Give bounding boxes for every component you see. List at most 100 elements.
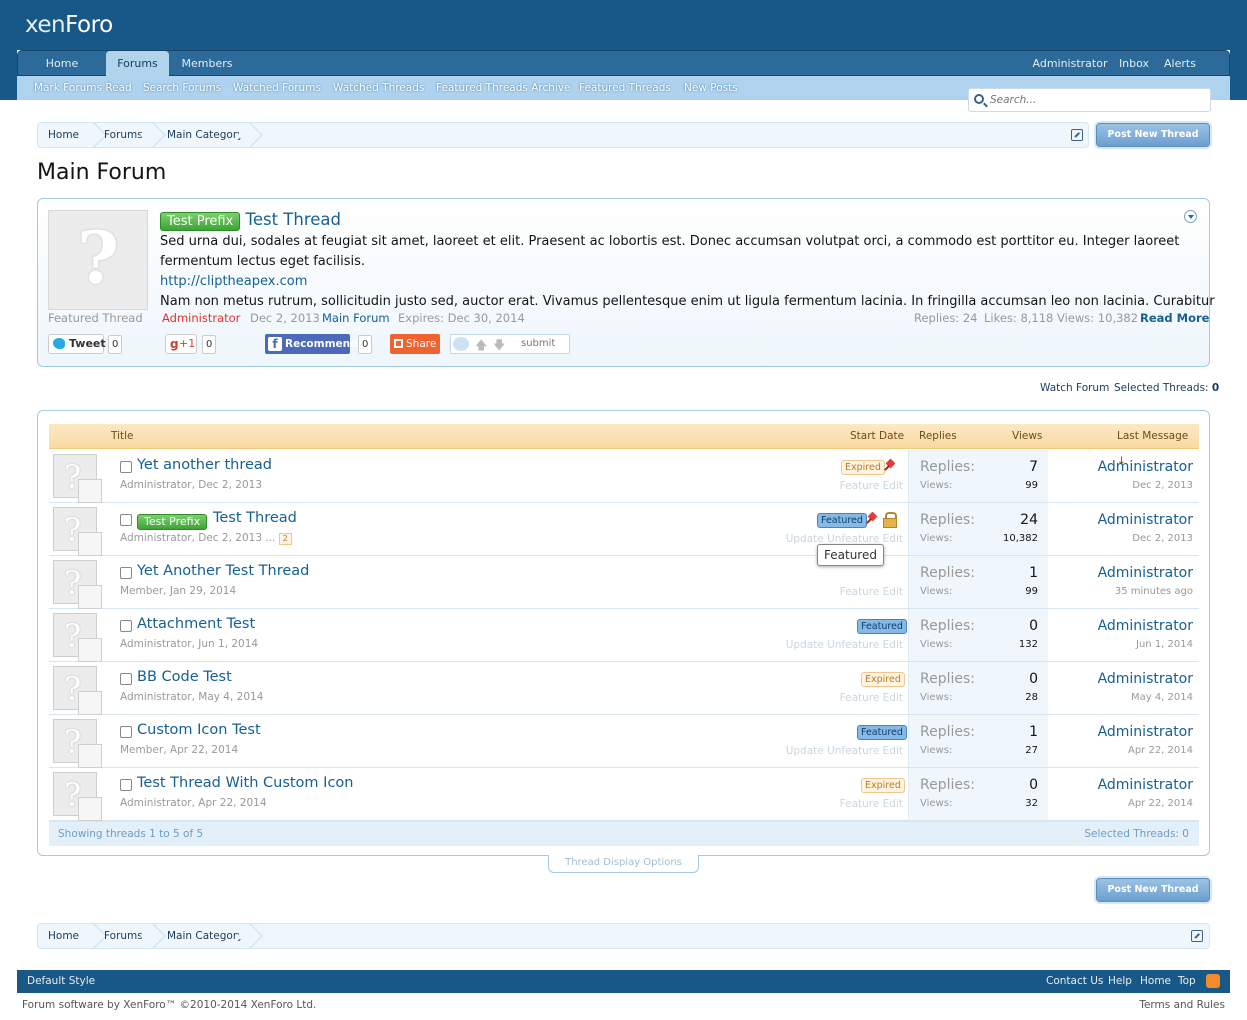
copyright-text[interactable]: Forum software by XenForo™ ©2010-2014 Xe…	[22, 999, 316, 1011]
breadcrumb-home[interactable]: Home	[48, 123, 79, 147]
featured-author[interactable]: Administrator	[162, 311, 240, 325]
featured-avatar[interactable]: ?	[48, 210, 148, 310]
column-replies[interactable]: Replies	[919, 424, 957, 449]
thread-author-link[interactable]: Member	[120, 585, 163, 597]
thread-prefix[interactable]: Test Prefix	[160, 212, 241, 231]
thread-title-link[interactable]: BB Code Test	[137, 669, 232, 685]
thread-author-link[interactable]: Administrator	[120, 479, 192, 491]
thread-feature-controls[interactable]: Feature Edit	[840, 586, 903, 598]
last-post-date[interactable]: May 4, 2014	[1131, 692, 1193, 703]
thread-feature-controls[interactable]: Update Unfeature Edit	[786, 639, 903, 651]
subnav-mark-forums-read[interactable]: Mark Forums Read	[34, 76, 132, 100]
thread-avatar[interactable]: ?	[53, 719, 102, 768]
footer-top-link[interactable]: Top	[1178, 970, 1196, 993]
last-poster-link[interactable]: Administrator	[1098, 459, 1193, 475]
thread-feature-controls[interactable]: Feature Edit	[840, 692, 903, 704]
column-views[interactable]: Views	[1012, 424, 1042, 449]
thread-author-link[interactable]: Member	[120, 744, 163, 756]
thread-select-checkbox[interactable]	[120, 673, 132, 685]
last-poster-link[interactable]: Administrator	[1098, 618, 1193, 634]
thread-select-checkbox[interactable]	[120, 779, 132, 791]
google-plus-button[interactable]: g +1	[165, 334, 197, 354]
footer-help-link[interactable]: Help	[1108, 970, 1132, 993]
thread-title-link[interactable]: Test Thread	[213, 510, 297, 526]
watch-forum-link[interactable]: Watch Forum	[1040, 382, 1109, 394]
facebook-recommend-button[interactable]: f Recommend	[265, 334, 358, 354]
nav-alerts-link[interactable]: Alerts	[1160, 51, 1200, 77]
collapse-icon[interactable]	[1184, 210, 1197, 223]
last-post-date[interactable]: Dec 2, 2013	[1132, 533, 1193, 544]
last-post-date[interactable]: Dec 2, 2013	[1132, 480, 1193, 491]
post-new-thread-button[interactable]: Post New Thread	[1096, 123, 1210, 147]
thread-select-checkbox[interactable]	[120, 620, 132, 632]
page-nav-link[interactable]: 2	[278, 533, 292, 545]
share-button[interactable]: Share	[390, 334, 440, 354]
thread-feature-controls[interactable]: Feature Edit	[840, 798, 903, 810]
thread-author-link[interactable]: Administrator	[120, 638, 192, 650]
upvote-arrow-icon[interactable]: 🡅	[475, 336, 487, 357]
breadcrumb-main-category[interactable]: Main Category	[167, 123, 243, 147]
breadcrumb-home[interactable]: Home	[48, 924, 79, 948]
thread-avatar[interactable]: ?	[53, 454, 102, 503]
thread-feature-controls[interactable]: Update Unfeature Edit	[786, 745, 903, 757]
thread-author-link[interactable]: Administrator	[120, 797, 192, 809]
tab-members[interactable]: Members	[169, 51, 245, 77]
style-chooser-link[interactable]: Default Style	[27, 970, 95, 993]
thread-feature-controls[interactable]: Feature Edit	[840, 480, 903, 492]
reddit-submit-widget[interactable]: 🡅 🡇 submit	[450, 334, 570, 354]
thread-author-link[interactable]: Administrator	[120, 532, 192, 544]
thread-select-checkbox[interactable]	[120, 567, 132, 579]
thread-prefix[interactable]: Test Prefix	[137, 514, 208, 530]
breadcrumb-main-category[interactable]: Main Category	[167, 924, 243, 948]
last-poster-link[interactable]: Administrator	[1098, 565, 1193, 581]
thread-avatar[interactable]: ?	[53, 772, 102, 821]
selected-threads-label[interactable]: Selected Threads: 0	[1114, 382, 1219, 394]
nav-inbox-link[interactable]: Inbox	[1117, 51, 1151, 77]
featured-link[interactable]: http://cliptheapex.com	[160, 272, 307, 292]
thread-title-link[interactable]: Custom Icon Test	[137, 722, 261, 738]
last-post-date[interactable]: Apr 22, 2014	[1128, 798, 1193, 809]
tab-forums[interactable]: Forums	[106, 51, 169, 78]
thread-author-link[interactable]: Administrator	[120, 691, 192, 703]
thread-title-link[interactable]: Test Thread With Custom Icon	[137, 775, 353, 791]
last-post-date[interactable]: Apr 22, 2014	[1128, 745, 1193, 756]
thread-avatar[interactable]: ?	[53, 666, 102, 715]
subnav-new-posts[interactable]: New Posts	[684, 76, 738, 100]
last-poster-link[interactable]: Administrator	[1098, 777, 1193, 793]
featured-forum-link[interactable]: Main Forum	[322, 311, 390, 325]
thread-select-checkbox[interactable]	[120, 726, 132, 738]
rss-icon[interactable]	[1206, 974, 1220, 988]
subnav-watched-forums[interactable]: Watched Forums	[233, 76, 321, 100]
thread-title-link[interactable]: Attachment Test	[137, 616, 255, 632]
downvote-arrow-icon[interactable]: 🡇	[493, 336, 505, 357]
thread-avatar[interactable]: ?	[53, 507, 102, 556]
search-input[interactable]	[990, 92, 1205, 108]
thread-select-checkbox[interactable]	[120, 461, 132, 473]
last-poster-link[interactable]: Administrator	[1098, 512, 1193, 528]
terms-link[interactable]: Terms and Rules	[1139, 999, 1225, 1011]
tab-home[interactable]: Home	[18, 51, 106, 77]
thread-title-link[interactable]: Yet Another Test Thread	[137, 563, 309, 579]
thread-avatar[interactable]: ?	[53, 560, 102, 609]
thread-title-link[interactable]: Yet another thread	[137, 457, 272, 473]
last-poster-link[interactable]: Administrator	[1098, 724, 1193, 740]
column-start-date[interactable]: Start Date	[850, 424, 904, 449]
post-new-thread-button-bottom[interactable]: Post New Thread	[1096, 878, 1210, 902]
featured-thread-title[interactable]: Test Thread	[246, 210, 341, 229]
last-post-date[interactable]: Jun 1, 2014	[1136, 639, 1193, 650]
subnav-featured-threads-archive[interactable]: Featured Threads Archive	[436, 76, 571, 100]
last-poster-link[interactable]: Administrator	[1098, 671, 1193, 687]
nav-account-link[interactable]: Administrator	[1023, 51, 1117, 77]
site-logo[interactable]: xenForo	[25, 12, 113, 38]
tweet-button[interactable]: Tweet	[48, 334, 106, 354]
footer-home-link[interactable]: Home	[1140, 970, 1171, 993]
footer-contact-link[interactable]: Contact Us	[1046, 970, 1103, 993]
column-title[interactable]: Title	[111, 424, 134, 449]
last-post-date[interactable]: 35 minutes ago	[1115, 586, 1193, 597]
jump-to-icon[interactable]	[1191, 930, 1203, 942]
thread-select-checkbox[interactable]	[120, 514, 132, 526]
breadcrumb-forums[interactable]: Forums	[104, 924, 143, 948]
subnav-watched-threads[interactable]: Watched Threads	[333, 76, 424, 100]
read-more-link[interactable]: Read More	[1140, 311, 1209, 325]
thread-avatar[interactable]: ?	[53, 613, 102, 662]
